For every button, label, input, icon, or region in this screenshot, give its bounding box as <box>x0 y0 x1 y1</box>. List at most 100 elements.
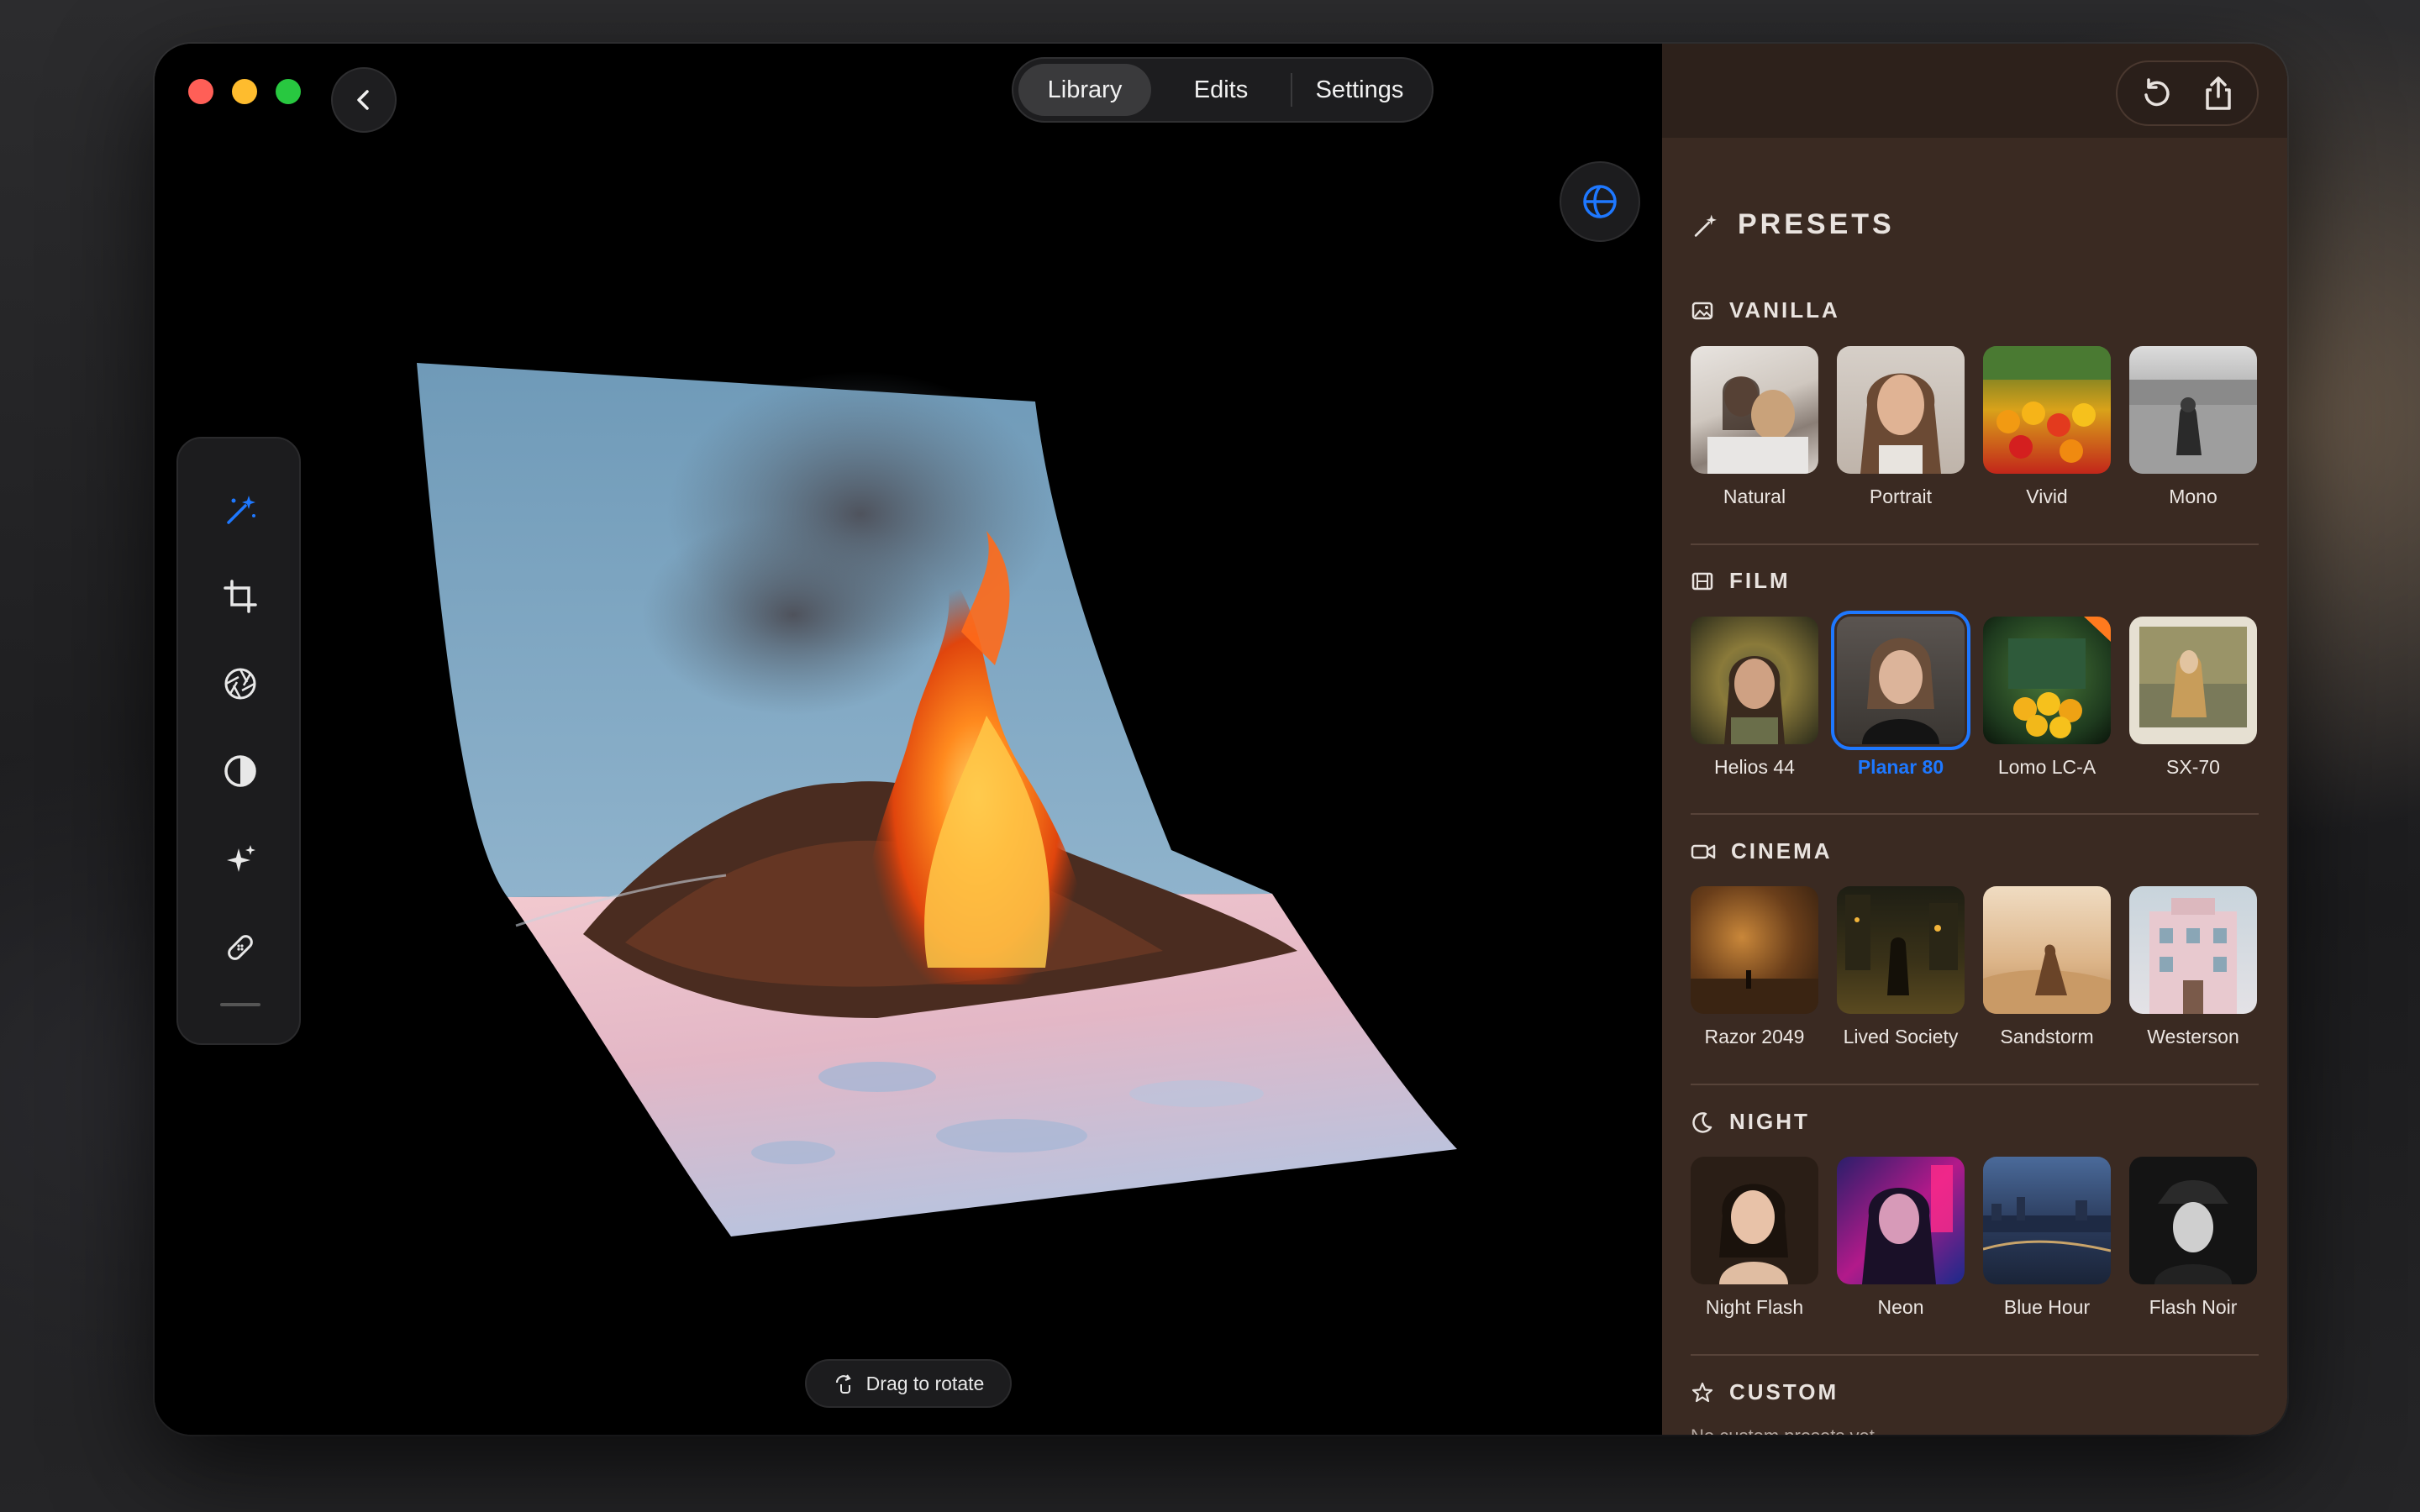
preset-westerson[interactable]: Westerson <box>2129 886 2257 1048</box>
preset-label: Blue Hour <box>2003 1296 2091 1318</box>
preset-thumbnail <box>2129 346 2257 474</box>
rotate-hint: Drag to rotate <box>805 1359 1012 1408</box>
crop-icon <box>224 580 257 613</box>
adjust-tool-button[interactable] <box>207 738 274 805</box>
contrast-icon <box>224 755 256 787</box>
section-title-vanilla: VANILLA <box>1691 297 1840 323</box>
section-divider <box>1691 543 2259 545</box>
section-title-text: FILM <box>1729 568 1791 593</box>
preset-thumbnail <box>1691 886 1818 1014</box>
enhance-tool-button[interactable] <box>207 827 274 894</box>
preset-label: Natural <box>1723 486 1786 507</box>
bandage-icon <box>228 935 253 960</box>
preset-planar-80[interactable]: Planar 80 <box>1831 611 1970 779</box>
rotate-hint-text: Drag to rotate <box>865 1372 985 1394</box>
toolbar-drag-handle[interactable] <box>220 1003 260 1006</box>
preset-night-flash[interactable]: Night Flash <box>1691 1157 1818 1319</box>
preset-helios-44[interactable]: Helios 44 <box>1691 617 1818 779</box>
photo-canvas[interactable]: Library Edits Settings Drag to rotate <box>155 44 1662 1435</box>
preset-sx-70[interactable]: SX-70 <box>2129 617 2257 779</box>
preset-thumbnail <box>1691 346 1818 474</box>
preset-thumbnail <box>1983 617 2111 744</box>
share-icon[interactable] <box>2200 75 2237 112</box>
close-window-button[interactable] <box>188 79 213 104</box>
custom-presets-empty-text: No custom presets yet. <box>1691 1425 1880 1435</box>
preset-thumbnail <box>1691 617 1818 744</box>
zoom-window-button[interactable] <box>276 79 301 104</box>
preset-row-cinema: Razor 2049 Lived Society Sandstorm Weste… <box>1691 886 2257 1048</box>
preset-natural[interactable]: Natural <box>1691 346 1818 508</box>
preset-thumbnail <box>1837 1157 1965 1284</box>
magic-wand-icon <box>1694 214 1717 237</box>
preset-thumbnail <box>1691 1157 1818 1284</box>
back-button[interactable] <box>331 67 397 133</box>
section-divider <box>1691 1354 2259 1356</box>
preset-row-film: Helios 44 Planar 80 Lomo LC-A SX-70 <box>1691 611 2257 779</box>
aperture-icon <box>224 668 256 700</box>
3d-view-toggle-button[interactable] <box>1560 161 1640 242</box>
star-icon <box>1691 1382 1713 1402</box>
preset-thumbnail <box>2129 617 2257 744</box>
photo-icon <box>1691 302 1713 319</box>
preset-sandstorm[interactable]: Sandstorm <box>1983 886 2111 1048</box>
preset-row-vanilla: Natural Portrait Vivid Mono <box>1691 346 2257 508</box>
magic-wand-tool-button[interactable] <box>207 475 274 543</box>
preset-flash-noir[interactable]: Flash Noir <box>2129 1157 2257 1319</box>
video-camera-icon <box>1691 844 1716 858</box>
preset-thumbnail <box>1831 611 1970 750</box>
section-divider <box>1691 1084 2259 1085</box>
section-title-text: CINEMA <box>1731 838 1833 864</box>
panel-title-text: PRESETS <box>1738 208 1895 240</box>
app-window: Library Edits Settings Drag to rotate PR… <box>155 44 2287 1435</box>
preset-label: Night Flash <box>1705 1296 1804 1318</box>
section-title-text: VANILLA <box>1729 297 1840 323</box>
heal-tool-button[interactable] <box>207 914 274 981</box>
preset-thumbnail <box>2129 1157 2257 1284</box>
lens-tool-button[interactable] <box>207 650 274 717</box>
preset-thumbnail <box>1983 346 2111 474</box>
crop-tool-button[interactable] <box>207 563 274 630</box>
globe-icon <box>1583 185 1617 218</box>
preset-label: Lomo LC-A <box>1997 756 2096 778</box>
moon-icon <box>1692 1111 1712 1133</box>
section-divider <box>1691 813 2259 815</box>
view-segmented-control: Library Edits Settings <box>1012 57 1434 123</box>
preset-neon[interactable]: Neon <box>1837 1157 1965 1319</box>
film-icon <box>1691 572 1713 590</box>
minimize-window-button[interactable] <box>232 79 257 104</box>
section-title-night: NIGHT <box>1691 1109 1810 1135</box>
sparkles-icon <box>227 845 255 872</box>
tab-settings[interactable]: Settings <box>1292 64 1427 116</box>
revert-icon[interactable] <box>2139 75 2175 112</box>
preset-label: Portrait <box>1869 486 1933 507</box>
action-buttons-group <box>2116 60 2259 126</box>
preset-razor-2049[interactable]: Razor 2049 <box>1691 886 1818 1048</box>
preset-label: Planar 80 <box>1857 756 1944 778</box>
edit-tools-toolbar <box>176 437 301 1045</box>
preset-blue-hour[interactable]: Blue Hour <box>1983 1157 2111 1319</box>
panel-header-bar <box>1662 44 2287 138</box>
window-controls <box>188 79 301 104</box>
section-title-custom: CUSTOM <box>1691 1379 1839 1405</box>
section-title-cinema: CINEMA <box>1691 838 1833 864</box>
preset-vivid[interactable]: Vivid <box>1983 346 2111 508</box>
tab-edits[interactable]: Edits <box>1151 64 1291 116</box>
preset-lived-society[interactable]: Lived Society <box>1837 886 1965 1048</box>
preset-label: Flash Noir <box>2149 1296 2238 1318</box>
section-title-text: CUSTOM <box>1729 1379 1839 1404</box>
chevron-left-icon <box>357 90 369 110</box>
magic-wand-icon <box>227 496 255 524</box>
preset-mono[interactable]: Mono <box>2129 346 2257 508</box>
preset-label: Mono <box>2169 486 2217 507</box>
preset-lomo-lc-a[interactable]: Lomo LC-A <box>1983 617 2111 779</box>
preset-thumbnail <box>2129 886 2257 1014</box>
section-title-text: NIGHT <box>1729 1109 1810 1134</box>
preset-label: Neon <box>1877 1296 1924 1318</box>
preset-row-night: Night Flash Neon Blue Hour Flash Noir <box>1691 1157 2257 1319</box>
tab-library[interactable]: Library <box>1018 64 1151 116</box>
rotated-photo-preview[interactable] <box>155 44 1662 1435</box>
preset-label: Razor 2049 <box>1704 1026 1805 1047</box>
preset-portrait[interactable]: Portrait <box>1837 346 1965 508</box>
panel-title: PRESETS <box>1691 208 1895 241</box>
preset-thumbnail <box>1837 346 1965 474</box>
